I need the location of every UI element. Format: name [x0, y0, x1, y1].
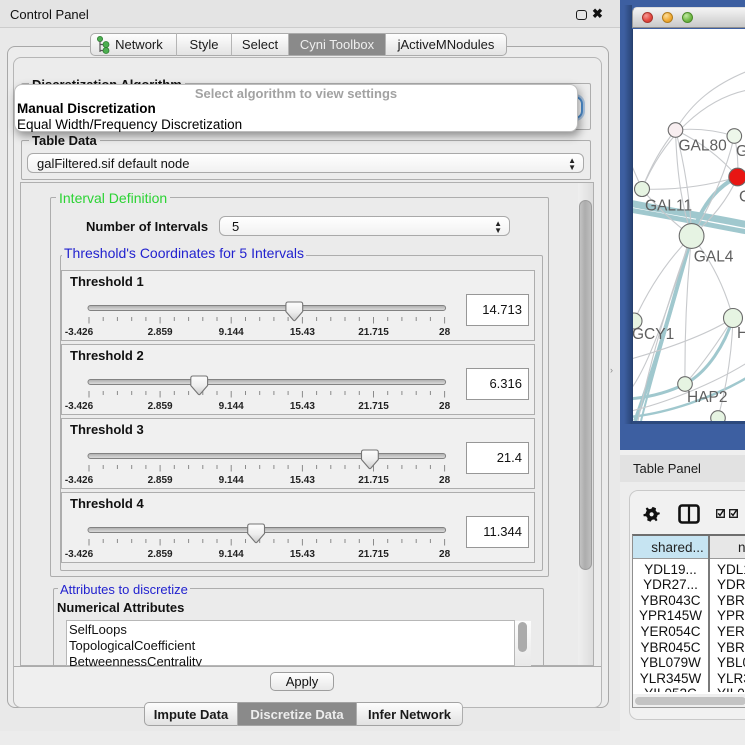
svg-text:9.144: 9.144: [219, 401, 244, 412]
svg-text:GCY1: GCY1: [633, 326, 674, 343]
svg-text:-3.426: -3.426: [65, 475, 94, 486]
svg-text:-3.426: -3.426: [65, 549, 94, 560]
svg-text:2.859: 2.859: [148, 475, 173, 486]
svg-text:-3.426: -3.426: [65, 327, 94, 338]
svg-text:15.43: 15.43: [290, 549, 315, 560]
svg-text:GAL11: GAL11: [645, 198, 692, 215]
svg-text:21.715: 21.715: [358, 475, 389, 486]
svg-text:28: 28: [439, 549, 451, 560]
svg-text:9.144: 9.144: [219, 549, 244, 560]
svg-text:-3.426: -3.426: [65, 401, 94, 412]
svg-text:2.859: 2.859: [148, 327, 173, 338]
svg-text:15.43: 15.43: [290, 475, 315, 486]
svg-text:15.43: 15.43: [290, 401, 315, 412]
svg-text:GAL80: GAL80: [679, 138, 728, 155]
svg-text:28: 28: [439, 401, 451, 412]
svg-text:21.715: 21.715: [358, 549, 389, 560]
svg-text:28: 28: [439, 475, 451, 486]
svg-text:21.715: 21.715: [358, 401, 389, 412]
svg-text:C: C: [739, 189, 745, 206]
svg-text:9.144: 9.144: [219, 327, 244, 338]
svg-text:9.144: 9.144: [219, 475, 244, 486]
svg-text:H: H: [737, 325, 745, 342]
svg-text:HAP2: HAP2: [687, 389, 728, 406]
svg-text:GAL4: GAL4: [694, 249, 734, 266]
svg-text:28: 28: [439, 327, 451, 338]
svg-text:2.859: 2.859: [148, 549, 173, 560]
svg-text:21.715: 21.715: [358, 327, 389, 338]
svg-text:2.859: 2.859: [148, 401, 173, 412]
svg-text:G: G: [736, 143, 745, 160]
svg-text:15.43: 15.43: [290, 327, 315, 338]
